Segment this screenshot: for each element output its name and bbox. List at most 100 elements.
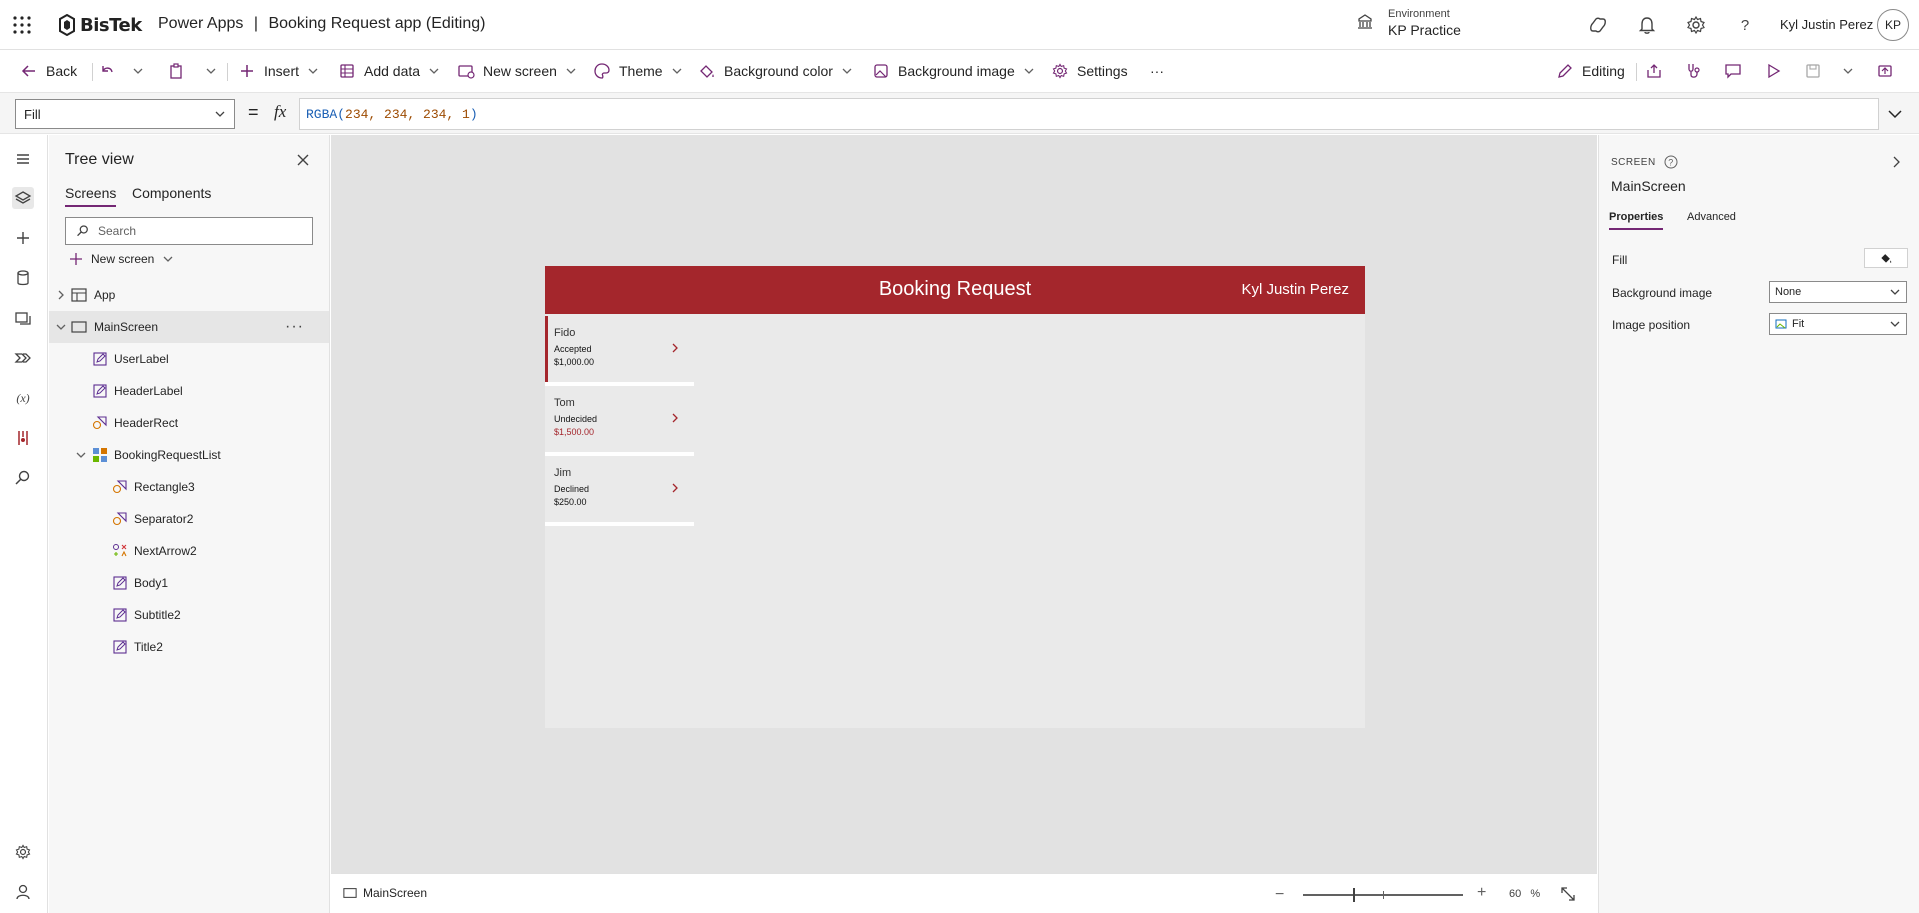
undo-dropdown[interactable] [132, 59, 144, 83]
undo-button[interactable] [98, 59, 116, 83]
user-label[interactable]: Kyl Justin Perez [1241, 281, 1349, 298]
virtual-agent-icon[interactable] [12, 881, 34, 903]
tree-node-mainscreen[interactable]: MainScreen ··· [49, 311, 329, 343]
help-circle-icon[interactable]: ? [1664, 155, 1678, 169]
booking-list-item[interactable]: Tom Undecided $1,500.00 [545, 386, 694, 456]
media-icon[interactable] [12, 307, 34, 329]
formula-input[interactable]: RGBA(234, 234, 234, 1) [299, 98, 1879, 130]
zoom-out-button[interactable]: − [1275, 886, 1284, 904]
tab-screens[interactable]: Screens [65, 185, 117, 207]
back-button[interactable]: Back [20, 59, 77, 83]
image-position-dropdown[interactable]: Fit [1769, 313, 1907, 335]
next-arrow-icon[interactable] [669, 412, 681, 424]
more-commands-button[interactable]: ··· [1150, 59, 1164, 83]
tab-advanced[interactable]: Advanced [1687, 211, 1736, 228]
chevron-down-icon [133, 68, 143, 74]
comments-button[interactable] [1724, 59, 1742, 83]
save-dropdown[interactable] [1842, 59, 1854, 83]
share-button[interactable] [1645, 59, 1663, 83]
close-icon[interactable] [293, 150, 313, 170]
chevron-right-icon[interactable] [55, 289, 67, 301]
preview-play-button[interactable] [1764, 59, 1782, 83]
paste-dropdown[interactable] [205, 59, 217, 83]
app-launcher-icon[interactable] [10, 13, 34, 37]
tree-node-headerrect[interactable]: HeaderRect [49, 407, 329, 439]
add-data-button[interactable]: Add data [338, 59, 440, 83]
tree-search-input[interactable]: Search [65, 217, 313, 245]
tree-node-app[interactable]: App [49, 279, 329, 311]
tree-node-title2[interactable]: Title2 [49, 631, 329, 663]
background-image-dropdown[interactable]: None [1769, 281, 1907, 303]
new-screen-label: New screen [483, 63, 557, 79]
tree-node-label: Rectangle3 [134, 480, 195, 494]
insert-plus-icon[interactable] [12, 227, 34, 249]
selected-kind: SCREEN ? [1611, 155, 1678, 169]
publish-button[interactable] [1876, 59, 1894, 83]
tree-node-bookingrequestlist[interactable]: BookingRequestList [49, 439, 329, 471]
insert-button[interactable]: Insert [238, 59, 319, 83]
tab-properties[interactable]: Properties [1609, 211, 1664, 230]
settings-button[interactable]: Settings [1051, 59, 1128, 83]
zoom-in-button[interactable]: + [1477, 884, 1486, 902]
next-arrow-icon[interactable] [669, 342, 681, 354]
background-image-button[interactable]: Background image [872, 59, 1035, 83]
data-cylinder-icon[interactable] [12, 267, 34, 289]
header-rect[interactable]: Booking Request Kyl Justin Perez [545, 266, 1365, 314]
current-screen-indicator[interactable]: MainScreen [343, 886, 427, 900]
copilot-icon[interactable] [1587, 14, 1609, 36]
zoom-slider-thumb[interactable] [1353, 888, 1355, 902]
tab-components[interactable]: Components [132, 185, 211, 205]
chevron-down-icon [1024, 68, 1034, 74]
app-checker-button[interactable] [1685, 59, 1703, 83]
tree-node-separator2[interactable]: Separator2 [49, 503, 329, 535]
advanced-tools-icon[interactable] [12, 427, 34, 449]
booking-list-item[interactable]: Jim Declined $250.00 [545, 456, 694, 526]
tree-node-rectangle3[interactable]: Rectangle3 [49, 471, 329, 503]
svg-text:?: ? [1668, 158, 1674, 168]
new-screen-button[interactable]: New screen [457, 59, 577, 83]
search-icon[interactable] [12, 467, 34, 489]
settings-gear-icon[interactable] [1685, 14, 1707, 36]
search-icon [77, 225, 88, 237]
chevron-down-icon[interactable] [75, 449, 87, 461]
theme-button[interactable]: Theme [593, 59, 683, 83]
app-screen-preview[interactable]: Booking Request Kyl Justin Perez Fido Ac… [545, 266, 1365, 728]
expand-formula-bar-icon[interactable] [1886, 105, 1904, 123]
editing-button[interactable]: Editing [1556, 59, 1625, 83]
power-automate-icon[interactable] [12, 347, 34, 369]
chevron-right-icon[interactable] [1889, 155, 1903, 169]
next-arrow-icon[interactable] [669, 482, 681, 494]
settings-gear-icon[interactable] [12, 841, 34, 863]
more-options-icon[interactable]: ··· [285, 318, 304, 336]
variables-icon[interactable]: (x) [12, 387, 34, 409]
tree-node-headerlabel[interactable]: HeaderLabel [49, 375, 329, 407]
save-disk-icon [1806, 64, 1820, 78]
zoom-slider[interactable] [1303, 888, 1463, 902]
environment-picker[interactable]: Environment KP Practice [1356, 6, 1461, 38]
booking-list-item[interactable]: Fido Accepted $1,000.00 [545, 316, 694, 386]
add-data-label: Add data [364, 63, 421, 79]
fit-to-window-icon[interactable] [1559, 885, 1577, 903]
background-color-button[interactable]: Background color [698, 59, 853, 83]
tree-node-userlabel[interactable]: UserLabel [49, 343, 329, 375]
tree-view-layers-icon[interactable] [12, 187, 34, 209]
booking-amount: $250.00 [554, 497, 587, 507]
property-selector[interactable]: Fill [15, 99, 235, 129]
hamburger-menu-icon[interactable] [12, 148, 34, 170]
save-button[interactable] [1804, 59, 1822, 83]
tree-node-body1[interactable]: Body1 [49, 567, 329, 599]
tree-node-subtitle2[interactable]: Subtitle2 [49, 599, 329, 631]
user-avatar[interactable]: KP [1877, 9, 1909, 41]
paint-bucket-icon [700, 65, 714, 78]
chevron-down-icon[interactable] [55, 321, 67, 333]
equals-sign: = [248, 102, 259, 122]
paste-button[interactable] [167, 59, 185, 83]
formula-function: RGBA( [306, 106, 346, 122]
notifications-icon[interactable] [1636, 14, 1658, 36]
background-image-label: Background image [1612, 286, 1713, 300]
fill-color-picker[interactable] [1864, 248, 1908, 268]
tree-node-nextarrow2[interactable]: NextArrow2 [49, 535, 329, 567]
help-icon[interactable]: ? [1734, 14, 1756, 36]
tree-new-screen-button[interactable]: New screen [69, 252, 174, 266]
stethoscope-icon [1688, 64, 1700, 78]
